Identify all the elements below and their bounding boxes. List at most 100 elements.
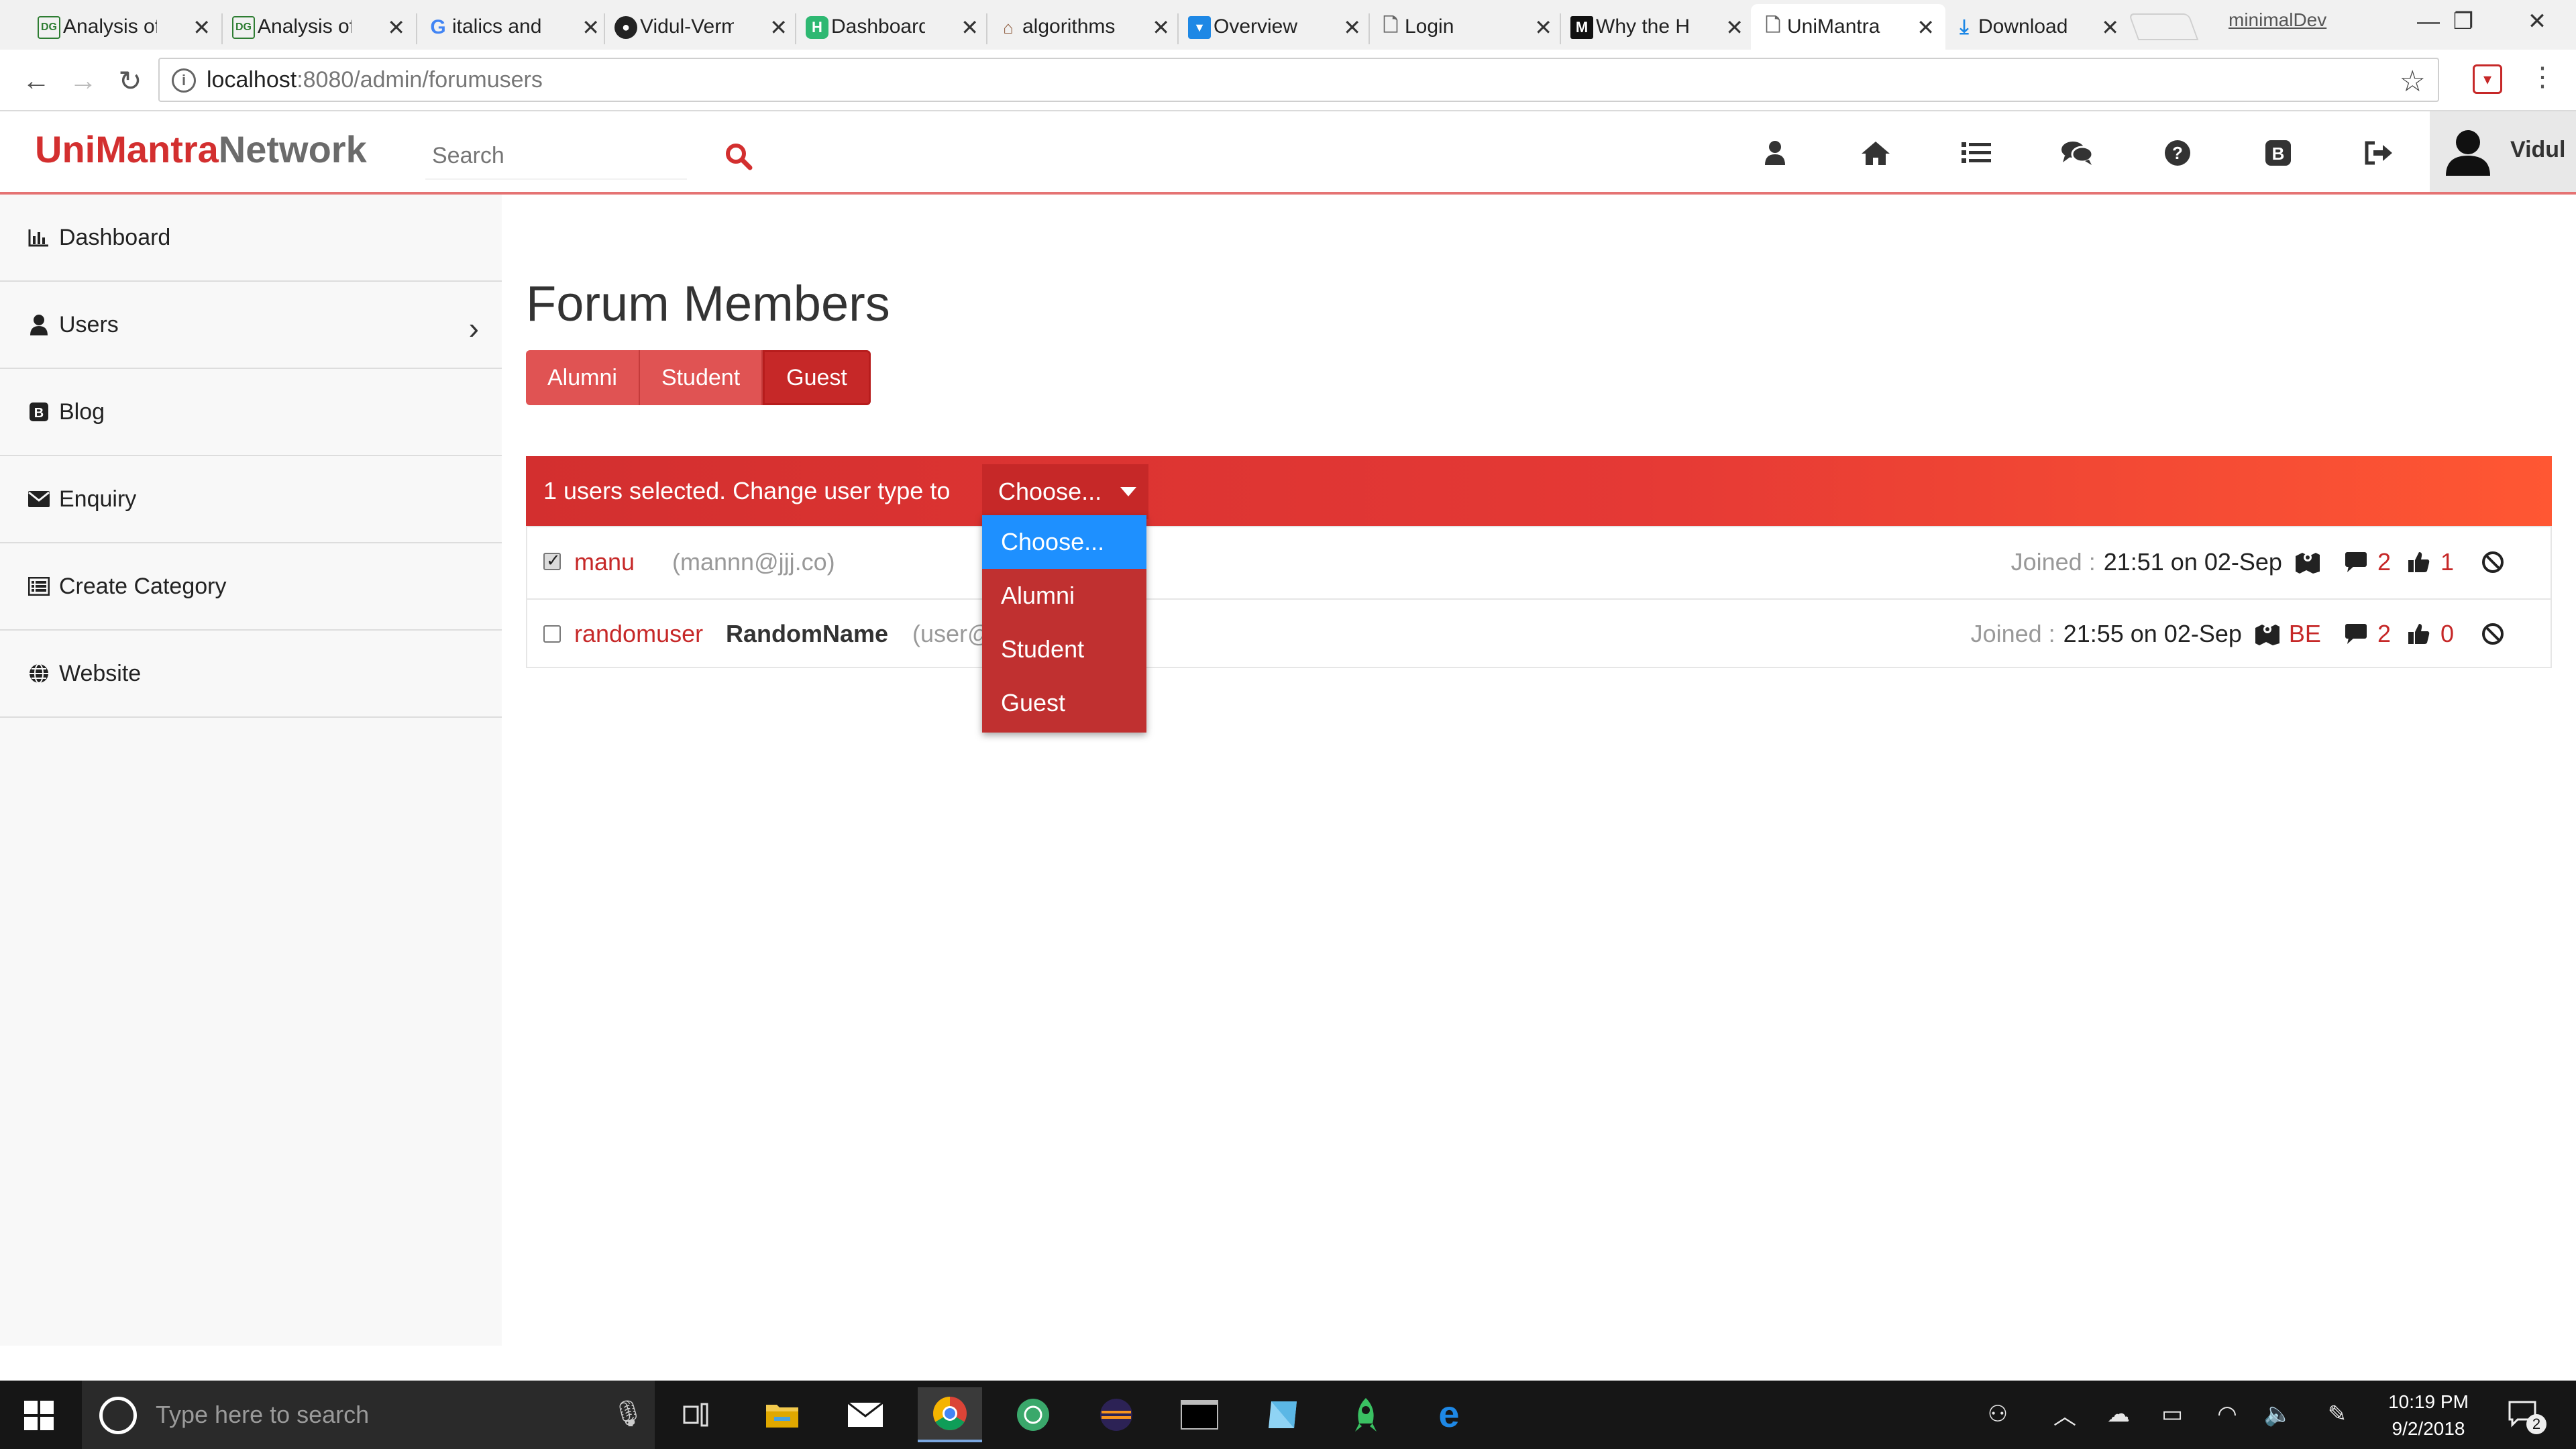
browser-tab[interactable]: ⤓ Download ✕ [1942, 4, 2130, 50]
people-icon[interactable]: ⚇ [1979, 1394, 2017, 1434]
map-icon [2294, 549, 2321, 576]
close-tab-icon[interactable]: ✕ [193, 15, 211, 40]
user-menu[interactable]: Vidul [2430, 111, 2576, 192]
reload-icon[interactable]: ↻ [110, 60, 150, 101]
rocket-app-icon[interactable] [1334, 1387, 1398, 1442]
sidebar-item-create-category[interactable]: Create Category [0, 543, 502, 631]
restore-icon[interactable]: ❐ [2428, 0, 2498, 43]
search-input[interactable] [425, 133, 687, 180]
forward-arrow-icon[interactable]: → [63, 60, 103, 101]
help-icon[interactable]: ? [2156, 131, 2199, 174]
sidebar-item-dashboard[interactable]: Dashboard [0, 195, 502, 282]
close-tab-icon[interactable]: ✕ [769, 15, 788, 40]
pen-workspace-icon[interactable]: ✎ [2318, 1394, 2356, 1434]
file-explorer-icon[interactable] [750, 1387, 814, 1442]
close-tab-icon[interactable]: ✕ [961, 15, 979, 40]
thumbs-up-icon [2406, 549, 2432, 576]
browser-tab[interactable]: ● Vidul-Verm ✕ [604, 4, 798, 50]
avatar-icon [2446, 130, 2490, 176]
close-tab-icon[interactable]: ✕ [2101, 15, 2119, 40]
dropdown-option-choose[interactable]: Choose... [982, 515, 1146, 569]
bookmark-star-icon[interactable]: ☆ [2400, 64, 2426, 99]
brand-logo[interactable]: UniMantraNetwork [35, 127, 367, 171]
comment-count: 2 [2377, 548, 2391, 576]
tab-separator [416, 13, 417, 44]
wifi-icon[interactable]: ◠ [2208, 1394, 2246, 1434]
browser-tab[interactable]: ⌂ algorithms ✕ [986, 4, 1181, 50]
windows-start-icon[interactable] [24, 1401, 54, 1434]
logout-icon[interactable] [2357, 131, 2400, 174]
user-checkbox[interactable] [543, 625, 561, 643]
filter-student-button[interactable]: Student [639, 350, 763, 405]
blogger-icon[interactable]: B [2257, 131, 2300, 174]
chrome-menu-icon[interactable]: ⋮ [2529, 62, 2556, 93]
onedrive-cloud-icon[interactable]: ☁ [2098, 1394, 2139, 1434]
profile-icon[interactable] [1754, 131, 1796, 174]
close-tab-icon[interactable]: ✕ [582, 15, 600, 40]
ban-icon[interactable] [2479, 621, 2506, 647]
info-icon[interactable]: i [172, 68, 196, 93]
terminal-icon[interactable] [1167, 1387, 1232, 1442]
bulk-action-bar: 1 users selected. Change user type to [526, 456, 2552, 526]
browser-tab[interactable]: ▼ Overview ✕ [1177, 4, 1372, 50]
browser-tab-active[interactable]: 🗋 UniMantra ✕ [1751, 4, 1945, 50]
dropdown-option-student[interactable]: Student [982, 623, 1146, 676]
list-icon[interactable] [1955, 131, 1998, 174]
browser-tab[interactable]: DG Analysis of ✕ [27, 4, 221, 50]
vm-app-icon[interactable] [1250, 1387, 1315, 1442]
comments-icon[interactable] [2055, 131, 2098, 174]
browser-tab[interactable]: H Dashboard ✕ [795, 4, 989, 50]
sidebar-item-users[interactable]: Users › [0, 282, 502, 369]
home-icon[interactable] [1854, 131, 1897, 174]
sidebar: Dashboard Users › B Blog Enquiry Create … [0, 195, 502, 1346]
close-tab-icon[interactable]: ✕ [1725, 15, 1743, 40]
edge-icon[interactable]: e [1417, 1387, 1481, 1442]
dropdown-option-alumni[interactable]: Alumni [982, 569, 1146, 623]
pocket-extension-icon[interactable]: ▾ [2473, 64, 2502, 94]
task-view-icon[interactable] [664, 1387, 729, 1442]
browser-tab-strip: DG Analysis of ✕ DG Analysis of ✕ G ital… [0, 0, 2576, 50]
search-icon[interactable] [722, 140, 755, 173]
sidebar-item-website[interactable]: Website [0, 631, 502, 718]
sidebar-item-enquiry[interactable]: Enquiry [0, 456, 502, 543]
username-link[interactable]: manu [574, 548, 635, 576]
taskbar-search-box[interactable]: Type here to search 🎙 [82, 1381, 655, 1449]
sidebar-item-blog[interactable]: B Blog [0, 369, 502, 456]
chrome-icon[interactable] [918, 1387, 982, 1442]
browser-tab[interactable]: 🗋 Login ✕ [1368, 4, 1563, 50]
close-tab-icon[interactable]: ✕ [1917, 15, 1935, 40]
like-count: 0 [2440, 620, 2454, 647]
close-tab-icon[interactable]: ✕ [387, 15, 405, 40]
app-green-icon[interactable] [1001, 1387, 1065, 1442]
profile-label[interactable]: minimalDev [2229, 9, 2326, 31]
taskbar-clock[interactable]: 10:19 PM 9/2/2018 [2375, 1389, 2482, 1442]
new-tab-button[interactable] [2128, 13, 2199, 40]
thumbs-up-icon [2406, 621, 2432, 647]
mail-icon[interactable] [833, 1387, 898, 1442]
user-checkbox[interactable] [543, 550, 561, 571]
close-tab-icon[interactable]: ✕ [1152, 15, 1170, 40]
filter-alumni-button[interactable]: Alumni [526, 350, 640, 405]
svg-text:?: ? [2172, 143, 2183, 163]
svg-text:B: B [2272, 144, 2285, 164]
back-arrow-icon[interactable]: ← [16, 60, 56, 101]
volume-icon[interactable]: 🔈 [2259, 1394, 2297, 1434]
ban-icon[interactable] [2479, 549, 2506, 576]
battery-icon[interactable]: ▭ [2152, 1394, 2192, 1434]
window-close-icon[interactable]: ✕ [2502, 0, 2572, 43]
show-hidden-icons-chevron-icon[interactable]: ︿ [2046, 1394, 2084, 1434]
browser-tab[interactable]: M Why the H ✕ [1560, 4, 1754, 50]
action-center-icon[interactable]: 2 [2500, 1394, 2546, 1434]
h-icon: H [806, 16, 828, 39]
username-link[interactable]: randomuser [574, 620, 703, 648]
dropdown-option-guest[interactable]: Guest [982, 676, 1146, 730]
filter-guest-button[interactable]: Guest [763, 350, 871, 405]
eclipse-icon[interactable] [1084, 1387, 1148, 1442]
user-type-select[interactable]: Choose... [982, 464, 1148, 519]
browser-tab[interactable]: DG Analysis of ✕ [221, 4, 416, 50]
browser-tab[interactable]: G italics and ✕ [416, 4, 610, 50]
address-bar[interactable]: i localhost:8080/admin/forumusers ☆ [158, 58, 2439, 102]
close-tab-icon[interactable]: ✕ [1534, 15, 1552, 40]
microphone-icon[interactable]: 🎙 [612, 1399, 644, 1429]
close-tab-icon[interactable]: ✕ [1343, 15, 1361, 40]
